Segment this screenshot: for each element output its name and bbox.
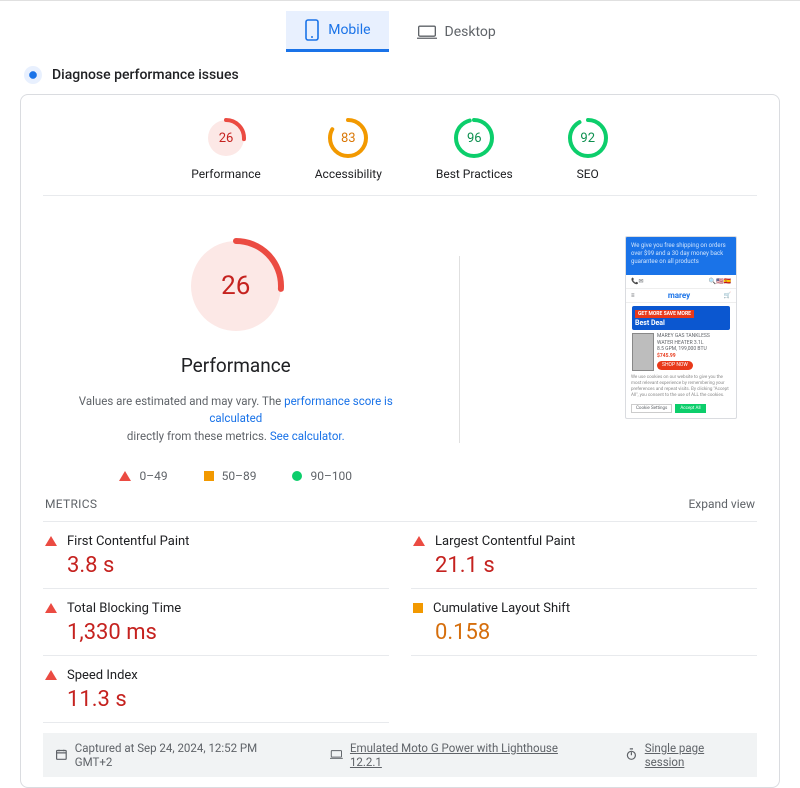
circle-icon — [292, 471, 302, 481]
gauge-best-practices-label: Best Practices — [436, 167, 513, 181]
gauge-accessibility[interactable]: 83 Accessibility — [315, 117, 382, 181]
gauge-performance-label: Performance — [191, 167, 260, 181]
footer-emulated-link[interactable]: Emulated Moto G Power with Lighthouse 12… — [350, 741, 589, 769]
tab-desktop[interactable]: Desktop — [399, 11, 514, 52]
gauge-seo-score: 92 — [567, 117, 609, 159]
preview-topbar: ≡marey🛒 — [626, 289, 736, 303]
performance-big-donut: 26 — [186, 236, 286, 336]
mobile-icon — [304, 19, 320, 41]
report-footer: Captured at Sep 24, 2024, 12:52 PM GMT+2… — [43, 733, 757, 777]
metric-lcp[interactable]: Largest Contentful Paint 21.1 s — [411, 522, 757, 589]
metric-cls[interactable]: Cumulative Layout Shift 0.158 — [411, 589, 757, 656]
legend-mid: 50–89 — [204, 469, 257, 483]
gauge-seo-donut: 92 — [567, 117, 609, 159]
preview-cookie-btns: Cookie Settings Accept All — [626, 402, 736, 418]
metrics-grid: First Contentful Paint 3.8 s Largest Con… — [43, 522, 757, 723]
gauge-accessibility-donut: 83 — [327, 117, 369, 159]
metric-tbt[interactable]: Total Blocking Time 1,330 ms — [43, 589, 389, 656]
tab-mobile[interactable]: Mobile — [286, 11, 388, 52]
score-legend: 0–49 50–89 90–100 — [119, 469, 352, 483]
preview-product: MAREY GAS TANKLESS WATER HEATER 3.1L 8.5… — [632, 333, 730, 371]
gauge-row: 26 Performance 83 Accessibility 96 Best … — [43, 113, 757, 196]
timer-icon — [625, 748, 638, 761]
perf-calc-link[interactable]: See calculator. — [270, 429, 345, 443]
gauge-seo[interactable]: 92 SEO — [567, 117, 609, 181]
metric-fcp[interactable]: First Contentful Paint 3.8 s — [43, 522, 389, 589]
gauge-accessibility-label: Accessibility — [315, 167, 382, 181]
triangle-icon — [119, 471, 131, 481]
metric-si[interactable]: Speed Index 11.3 s — [43, 656, 389, 723]
section-title: Diagnose performance issues — [52, 67, 239, 83]
gauge-accessibility-score: 83 — [327, 117, 369, 159]
legend-poor: 0–49 — [119, 469, 167, 483]
preview-deal: GET MORE SAVE MOREBest Deal — [632, 306, 730, 330]
preview-banner: We give you free shipping on orders over… — [626, 237, 736, 275]
vertical-divider — [459, 256, 460, 443]
metrics-label: METRICS — [45, 497, 97, 511]
metric-tbt-value: 1,330 ms — [67, 620, 387, 645]
triangle-icon — [45, 603, 57, 613]
footer-captured: Captured at Sep 24, 2024, 12:52 PM GMT+2 — [55, 741, 294, 769]
preview-heater-image — [632, 333, 654, 371]
gauge-performance-score: 26 — [205, 117, 247, 159]
square-icon — [413, 603, 423, 613]
triangle-icon — [45, 536, 57, 546]
phone-preview: We give you free shipping on orders over… — [625, 236, 737, 419]
gauge-best-practices[interactable]: 96 Best Practices — [436, 117, 513, 181]
legend-good: 90–100 — [292, 469, 352, 483]
gauge-seo-label: SEO — [577, 167, 599, 181]
metrics-header: METRICS Expand view — [43, 487, 757, 522]
gauge-best-practices-donut: 96 — [453, 117, 495, 159]
tab-desktop-label: Desktop — [445, 24, 496, 40]
desktop-icon — [417, 24, 437, 40]
gauge-best-practices-score: 96 — [453, 117, 495, 159]
device-tabs: Mobile Desktop — [0, 0, 800, 52]
metric-lcp-value: 21.1 s — [435, 553, 755, 578]
performance-block: 26 Performance Values are estimated and … — [43, 196, 757, 487]
preview-cookie-text: We use cookies on our website to give yo… — [626, 371, 736, 402]
gauge-performance[interactable]: 26 Performance — [191, 117, 260, 181]
triangle-icon — [413, 536, 425, 546]
section-header: Diagnose performance issues — [0, 52, 800, 94]
square-icon — [204, 471, 214, 481]
target-icon — [24, 66, 42, 84]
triangle-icon — [45, 670, 57, 680]
metric-cls-value: 0.158 — [435, 620, 755, 645]
performance-note: Values are estimated and may vary. The p… — [53, 393, 419, 445]
lighthouse-card: 26 Performance 83 Accessibility 96 Best … — [20, 94, 780, 788]
metric-fcp-value: 3.8 s — [67, 553, 387, 578]
footer-session-link[interactable]: Single page session — [645, 741, 745, 769]
footer-session: Single page session — [625, 741, 745, 769]
performance-main: 26 Performance Values are estimated and … — [43, 236, 429, 483]
footer-emulated: Emulated Moto G Power with Lighthouse 12… — [330, 741, 589, 769]
gauge-performance-donut: 26 — [205, 117, 247, 159]
metric-si-value: 11.3 s — [67, 687, 387, 712]
performance-title: Performance — [181, 354, 291, 377]
tab-mobile-label: Mobile — [328, 22, 370, 38]
calendar-icon — [55, 748, 68, 761]
performance-big-score: 26 — [186, 236, 286, 336]
desktop-icon — [330, 748, 343, 761]
page-preview: We give you free shipping on orders over… — [625, 236, 737, 419]
expand-view-link[interactable]: Expand view — [688, 497, 755, 511]
